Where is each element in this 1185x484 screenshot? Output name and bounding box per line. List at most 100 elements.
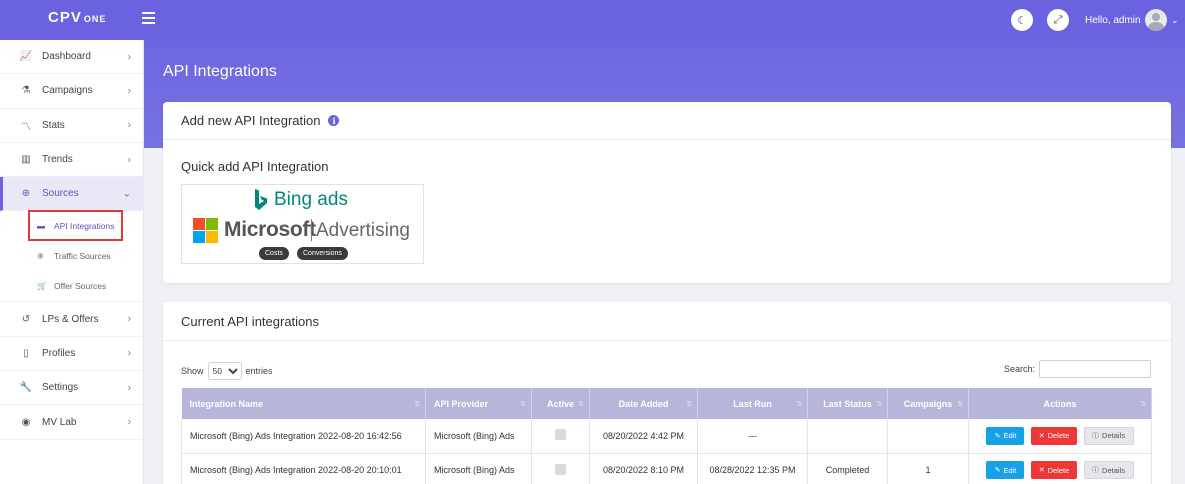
last-status: Completed bbox=[807, 453, 888, 484]
integrations-table: Integration Name ⇅ API Provider ⇅ Active ⇅ … bbox=[181, 388, 1152, 484]
last-run: --- bbox=[697, 419, 808, 454]
divider bbox=[163, 340, 1171, 341]
sidebar-item-label: LPs & Offers bbox=[42, 313, 99, 325]
delete-button[interactable]: ✕ Delete bbox=[1031, 461, 1077, 479]
moon-icon[interactable]: ☾ bbox=[1011, 9, 1033, 31]
stats-icon: 〽 bbox=[21, 121, 31, 133]
column-header-api-provider[interactable]: API Provider ⇅ bbox=[425, 388, 532, 419]
column-header-last-status[interactable]: Last Status ⇅ bbox=[807, 388, 888, 419]
sidebar-item-sources[interactable]: ⊕ Sources ⌄ bbox=[0, 177, 143, 212]
show-label: Show bbox=[181, 366, 204, 376]
info-circle-icon: ⓘ bbox=[1092, 467, 1100, 474]
chevron-down-icon: ⌄ bbox=[122, 188, 131, 200]
actions-cell: ✎ Edit ✕ Delete ⓘ Details bbox=[968, 453, 1152, 484]
advertising-text: Advertising bbox=[316, 220, 410, 241]
last-status bbox=[807, 419, 888, 454]
sidebar-item-label: Profiles bbox=[42, 347, 76, 359]
edit-button[interactable]: ✎ Edit bbox=[986, 461, 1025, 479]
bing-ads-text: Bing ads bbox=[274, 189, 348, 210]
active-checkbox[interactable] bbox=[555, 463, 566, 475]
sidebar-item-trends[interactable]: ▥ Trends › bbox=[0, 143, 143, 178]
integration-name: Microsoft (Bing) Ads Integration 2022-08… bbox=[181, 419, 426, 454]
entries-select[interactable]: 50 bbox=[207, 362, 242, 380]
column-header-actions[interactable]: Actions ⇅ bbox=[968, 388, 1152, 419]
column-header-campaigns[interactable]: Campaigns ⇅ bbox=[887, 388, 969, 419]
add-integration-title: Add new API Integration bbox=[181, 113, 321, 128]
chevron-right-icon: › bbox=[127, 416, 131, 428]
sidebar-subitem-traffic-sources[interactable]: ⊕ Traffic Sources bbox=[0, 241, 143, 271]
edit-button[interactable]: ✎ Edit bbox=[986, 426, 1025, 445]
active-cell bbox=[531, 453, 590, 484]
sidebar-item-label: Trends bbox=[42, 154, 73, 166]
actions-cell: ✎ Edit ✕ Delete ⓘ Details bbox=[968, 419, 1152, 454]
clipboard-icon: ▯ bbox=[23, 347, 29, 359]
logo[interactable]: CPV ONE bbox=[48, 9, 106, 26]
sidebar-item-dashboard[interactable]: 📈 Dashboard › bbox=[0, 40, 143, 75]
delete-button[interactable]: ✕ Delete bbox=[1031, 426, 1077, 445]
add-integration-header: Add new API Integration i bbox=[163, 102, 1171, 140]
bing-logo-icon bbox=[255, 189, 267, 210]
page-title: API Integrations bbox=[163, 63, 277, 80]
entries-label: entries bbox=[245, 366, 273, 376]
sort-icon: ⇅ bbox=[957, 400, 963, 408]
campaigns-count bbox=[887, 419, 969, 454]
avatar-icon[interactable] bbox=[1145, 9, 1167, 31]
current-integrations-title: Current API integrations bbox=[181, 314, 320, 329]
trends-icon: ▥ bbox=[21, 154, 31, 166]
column-header-date-added[interactable]: Date Added ⇅ bbox=[589, 388, 698, 419]
add-integration-card: Add new API Integration i Quick add API … bbox=[163, 102, 1171, 283]
bing-ads-tile[interactable]: Bing ads Microsoft Advertising Costs Con… bbox=[181, 184, 424, 264]
chevron-right-icon: › bbox=[127, 382, 131, 394]
sort-icon: ⇅ bbox=[876, 400, 882, 408]
globe-icon: ⊕ bbox=[37, 251, 44, 261]
sidebar-subitem-label: Traffic Sources bbox=[54, 251, 111, 262]
close-icon: ✕ bbox=[1038, 467, 1045, 474]
sidebar-item-lps-offers[interactable]: ↺ LPs & Offers › bbox=[0, 302, 143, 337]
chevron-right-icon: › bbox=[127, 347, 131, 359]
edit-icon: ✎ bbox=[994, 467, 1001, 474]
sidebar-item-profiles[interactable]: ▯ Profiles › bbox=[0, 337, 143, 372]
chevron-down-icon[interactable]: ⌄ bbox=[1171, 15, 1179, 26]
sort-icon: ⇅ bbox=[1140, 400, 1146, 408]
sidebar-item-label: Settings bbox=[42, 382, 79, 394]
sidebar-item-settings[interactable]: 🔧 Settings › bbox=[0, 371, 143, 406]
table-row: Microsoft (Bing) Ads Integration 2022-08… bbox=[181, 453, 1152, 484]
column-header-integration-name[interactable]: Integration Name ⇅ bbox=[181, 388, 426, 419]
details-button[interactable]: ⓘ Details bbox=[1083, 461, 1134, 479]
sort-icon: ⇅ bbox=[686, 400, 692, 408]
chevron-right-icon: › bbox=[127, 154, 131, 166]
conversions-badge: Conversions bbox=[297, 247, 348, 260]
chevron-right-icon: › bbox=[127, 85, 131, 97]
menu-icon[interactable] bbox=[142, 12, 155, 24]
info-circle-icon: ⓘ bbox=[1092, 432, 1100, 440]
sidebar-item-label: Campaigns bbox=[42, 85, 93, 97]
sidebar-item-campaigns[interactable]: ⚗ Campaigns › bbox=[0, 74, 143, 109]
active-checkbox[interactable] bbox=[555, 429, 566, 441]
cart-icon: 🛒 bbox=[37, 281, 47, 291]
flask-icon: ⚗ bbox=[21, 85, 31, 97]
details-button[interactable]: ⓘ Details bbox=[1083, 426, 1134, 445]
search-control: Search: bbox=[1004, 360, 1152, 378]
entries-length-control: Show 50 entries bbox=[181, 362, 273, 380]
highlight-box bbox=[28, 210, 123, 241]
refresh-icon: ↺ bbox=[21, 313, 31, 325]
column-header-last-run[interactable]: Last Run ⇅ bbox=[697, 388, 808, 419]
sidebar-subitem-offer-sources[interactable]: 🛒 Offer Sources bbox=[0, 271, 143, 301]
user-greeting[interactable]: Hello, admin bbox=[1085, 15, 1141, 26]
search-label: Search: bbox=[1004, 364, 1036, 374]
column-header-active[interactable]: Active ⇅ bbox=[531, 388, 590, 419]
sidebar-item-mv-lab[interactable]: ◉ MV Lab › bbox=[0, 405, 143, 440]
sidebar-item-stats[interactable]: 〽 Stats › bbox=[0, 109, 143, 143]
microsoft-text: Microsoft bbox=[224, 218, 316, 241]
sidebar: 📈 Dashboard › ⚗ Campaigns › 〽 Stats › ▥ … bbox=[0, 40, 144, 484]
date-added: 08/20/2022 4:42 PM bbox=[589, 419, 698, 454]
api-provider: Microsoft (Bing) Ads bbox=[425, 453, 532, 484]
search-input[interactable] bbox=[1039, 360, 1152, 378]
campaigns-count: 1 bbox=[887, 453, 969, 484]
sidebar-item-label: Stats bbox=[42, 119, 65, 131]
fullscreen-icon[interactable]: ⤢ bbox=[1047, 9, 1069, 31]
info-icon[interactable]: i bbox=[328, 115, 340, 126]
chart-line-icon: 📈 bbox=[19, 51, 33, 63]
table-header-row: Integration Name ⇅ API Provider ⇅ Active ⇅ … bbox=[181, 388, 1152, 419]
sidebar-item-label: MV Lab bbox=[42, 416, 77, 428]
